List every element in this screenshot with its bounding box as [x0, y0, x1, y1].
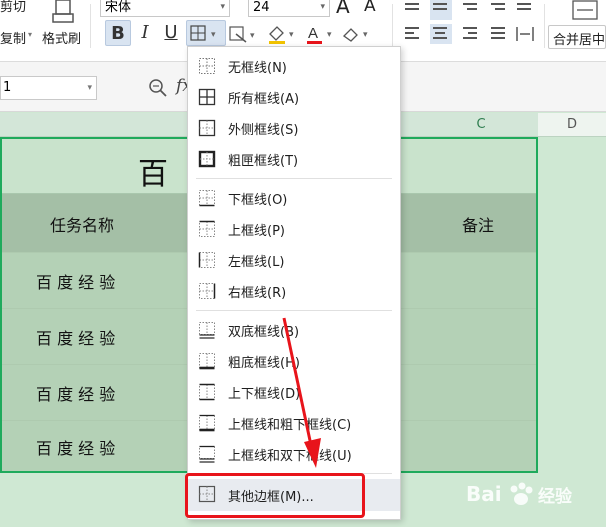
cell-task: 百 度 经 验	[36, 385, 116, 404]
svg-text:▾: ▾	[327, 30, 332, 40]
empty-cells[interactable]	[538, 137, 606, 527]
menu-item-thick-box-border[interactable]: 粗匣框线(T)	[188, 144, 400, 175]
column-header-c[interactable]: C	[424, 113, 538, 137]
no-border-icon	[199, 58, 215, 74]
menu-item-label: 下框线(O)	[228, 193, 288, 208]
italic-button[interactable]: I	[135, 20, 155, 46]
align-center-icon[interactable]	[430, 24, 452, 44]
watermark-text: Bai	[466, 482, 502, 506]
double-bottom-border-icon	[199, 322, 215, 339]
indent-decrease-icon[interactable]	[460, 0, 482, 20]
align-left-icon[interactable]	[402, 24, 424, 44]
thick-box-border-icon	[198, 150, 216, 168]
header-note: 备注	[462, 216, 495, 235]
menu-item-label: 外侧框线(S)	[228, 123, 299, 138]
align-top-icon[interactable]	[402, 0, 424, 20]
decrease-font-button[interactable]: A	[364, 0, 376, 16]
left-border-icon	[198, 252, 215, 268]
svg-text:▾: ▾	[250, 31, 255, 41]
distributed-align-icon[interactable]	[514, 24, 536, 44]
align-right-icon[interactable]	[460, 24, 482, 44]
menu-item-more-borders[interactable]: 其他边框(M)...	[188, 479, 400, 511]
clear-format-icon[interactable]: ▾	[340, 22, 374, 46]
fill-color-icon[interactable]: ▾	[266, 22, 300, 46]
bottom-border-icon	[199, 190, 215, 207]
menu-item-label: 无框线(N)	[228, 61, 287, 76]
cell-task: 百 度 经 验	[36, 439, 116, 458]
column-c-label: C	[476, 117, 486, 132]
menu-item-label: 粗匣框线(T)	[228, 154, 299, 169]
cell-task: 百 度 经 验	[36, 273, 116, 292]
menu-item-all-borders[interactable]: 所有框线(A)	[188, 82, 400, 113]
thick-bottom-border-icon	[199, 353, 215, 370]
svg-text:▾: ▾	[211, 30, 216, 40]
outside-borders-icon	[198, 119, 216, 137]
annotation-arrow-icon	[282, 317, 321, 468]
top-double-bottom-border-icon	[199, 445, 215, 463]
menu-item-label: 右框线(R)	[228, 286, 287, 301]
menu-item-no-border[interactable]: 无框线(N)	[188, 51, 400, 82]
watermark-logo: Bai 经验	[466, 478, 596, 512]
paw-icon	[510, 482, 533, 505]
cut-label[interactable]: 剪切	[0, 0, 26, 15]
all-borders-icon	[198, 88, 216, 106]
chevron-down-icon: ▾	[220, 2, 225, 12]
font-color-icon[interactable]: A ▾	[304, 22, 338, 46]
menu-item-label: 左框线(L)	[228, 255, 285, 270]
increase-font-button[interactable]: A	[336, 0, 350, 18]
menu-separator	[196, 473, 392, 474]
font-size-value: 24	[253, 0, 270, 15]
top-thick-bottom-border-icon	[199, 414, 215, 432]
right-border-icon	[199, 283, 216, 299]
menu-separator	[196, 178, 392, 179]
merge-center-button[interactable]: 合并居中	[548, 25, 606, 49]
merge-center-label: 合并居中	[553, 33, 606, 48]
sheet-title: 百	[138, 157, 168, 192]
font-name-value: 宋体	[105, 0, 132, 15]
all-borders-icon: ▾	[190, 25, 216, 41]
underline-button[interactable]: U	[160, 20, 182, 46]
bold-button[interactable]: B	[105, 20, 131, 46]
menu-item-bottom-border[interactable]: 下框线(O)	[188, 183, 400, 214]
border-button[interactable]: ▾	[186, 20, 226, 46]
svg-text:A: A	[308, 25, 318, 42]
top-border-icon	[199, 220, 215, 237]
merge-cells-icon[interactable]	[570, 0, 600, 22]
svg-text:▾: ▾	[363, 30, 368, 40]
svg-text:▾: ▾	[289, 30, 294, 40]
cell-style-icon[interactable]: ▾	[228, 24, 262, 44]
menu-item-label: 上框线(P)	[228, 224, 285, 239]
column-d-label: D	[566, 117, 577, 132]
indent-increase-icon[interactable]	[488, 0, 510, 20]
menu-item-right-border[interactable]: 右框线(R)	[188, 276, 400, 307]
menu-item-label: 所有框线(A)	[228, 92, 300, 107]
wrap-text-icon[interactable]	[514, 0, 536, 20]
name-box[interactable]: 1 ▾	[0, 76, 97, 100]
menu-item-outside-borders[interactable]: 外侧框线(S)	[188, 113, 400, 144]
more-borders-icon	[198, 485, 216, 503]
font-size-select[interactable]: 24 ▾	[248, 0, 330, 17]
watermark-text-2: 经验	[538, 487, 572, 507]
cell-task: 百 度 经 验	[36, 329, 116, 348]
menu-item-label: 其他边框(M)...	[228, 490, 314, 505]
name-box-value: 1	[3, 80, 12, 95]
zoom-icon[interactable]	[148, 78, 168, 98]
menu-item-left-border[interactable]: 左框线(L)	[188, 245, 400, 276]
top-bottom-border-icon	[199, 383, 215, 401]
align-middle-icon[interactable]	[430, 0, 452, 20]
menu-item-top-border[interactable]: 上框线(P)	[188, 214, 400, 245]
chevron-down-icon: ▾	[87, 83, 92, 93]
format-painter-label[interactable]: 格式刷	[42, 28, 81, 47]
header-task-name: 任务名称	[50, 216, 115, 235]
column-header-d[interactable]: D	[538, 113, 606, 137]
copy-dropdown-icon[interactable]: ▾	[28, 30, 32, 39]
justify-icon[interactable]	[488, 24, 510, 44]
copy-button[interactable]: 复制	[0, 28, 26, 47]
format-painter-icon[interactable]	[50, 0, 76, 26]
chevron-down-icon: ▾	[320, 2, 325, 12]
font-name-select[interactable]: 宋体 ▾	[100, 0, 230, 17]
